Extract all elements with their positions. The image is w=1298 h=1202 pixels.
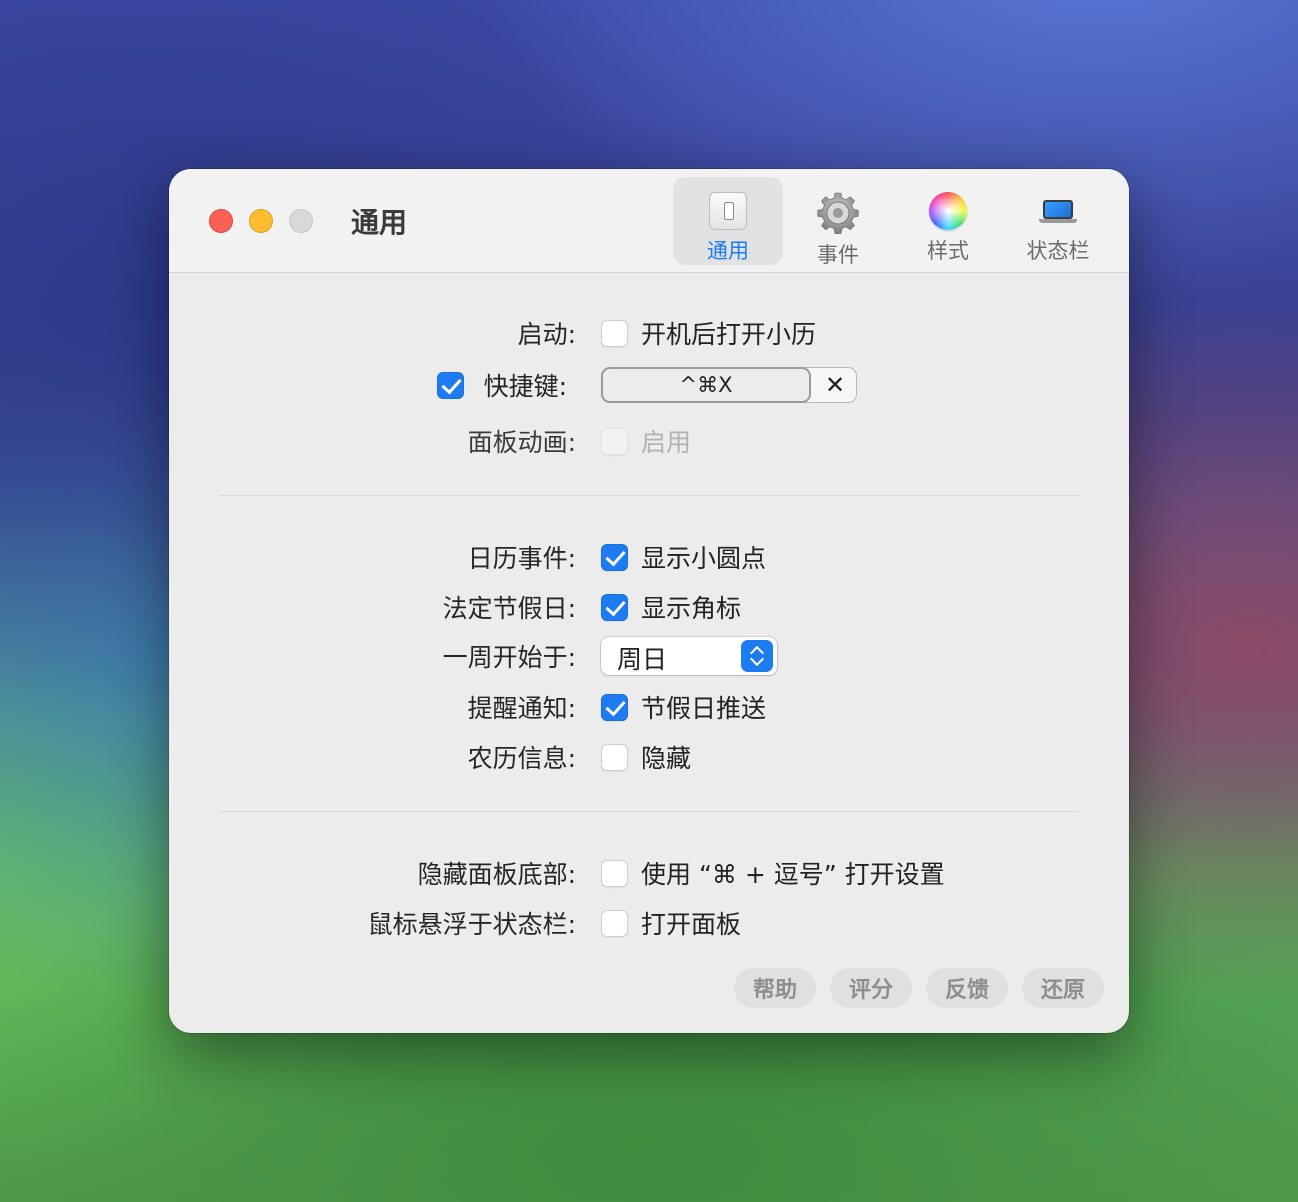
show-dots-checkbox[interactable] xyxy=(601,543,628,571)
holidays-row: 法定节假日: 显示角标 xyxy=(169,587,1129,627)
hide-lunar-checkbox[interactable] xyxy=(601,743,628,771)
launch-row: 启动: 开机后打开小历 xyxy=(169,313,1129,353)
hide-bottom-row: 隐藏面板底部: 使用 “⌘ + 逗号” 打开设置 xyxy=(169,853,1129,893)
lunar-label: 农历信息: xyxy=(467,744,576,773)
hover-open-option[interactable]: 打开面板 xyxy=(641,905,741,941)
week-start-value: 周日 xyxy=(617,645,668,674)
lunar-row: 农历信息: 隐藏 xyxy=(169,737,1129,777)
tab-style[interactable]: 样式 xyxy=(893,177,1003,265)
hide-bottom-option[interactable]: 使用 “⌘ + 逗号” 打开设置 xyxy=(641,855,945,891)
reminders-label: 提醒通知: xyxy=(467,694,576,723)
close-button[interactable] xyxy=(209,209,233,233)
preferences-window: 通用 通用 事件 样式 状态栏 启动: 开机后打开小历 快捷键: ^⌘X ✕ 面… xyxy=(169,169,1129,1033)
week-start-label: 一周开始于: xyxy=(442,643,576,672)
hover-open-checkbox[interactable] xyxy=(601,909,628,937)
launch-at-login-option[interactable]: 开机后打开小历 xyxy=(641,315,816,351)
holidays-label: 法定节假日: xyxy=(442,594,576,623)
reminders-row: 提醒通知: 节假日推送 xyxy=(169,687,1129,727)
hide-lunar-option[interactable]: 隐藏 xyxy=(641,739,691,775)
tab-statusbar[interactable]: 状态栏 xyxy=(1003,177,1113,265)
clear-hotkey-button[interactable]: ✕ xyxy=(820,371,850,399)
show-badge-checkbox[interactable] xyxy=(601,593,628,621)
chevron-updown-icon xyxy=(741,640,773,672)
animation-row: 面板动画: 启用 xyxy=(169,421,1129,461)
hide-bottom-checkbox[interactable] xyxy=(601,859,628,887)
tab-events-label: 事件 xyxy=(817,243,859,267)
launch-at-login-checkbox[interactable] xyxy=(601,319,628,347)
week-start-select[interactable]: 周日 xyxy=(601,637,777,675)
window-title: 通用 xyxy=(351,206,408,239)
titlebar: 通用 通用 事件 样式 状态栏 xyxy=(169,169,1129,273)
laptop-icon xyxy=(1036,191,1080,231)
animation-option: 启用 xyxy=(641,428,692,457)
feedback-button[interactable]: 反馈 xyxy=(926,968,1008,1008)
reset-button[interactable]: 还原 xyxy=(1022,968,1104,1008)
show-dots-option[interactable]: 显示小圆点 xyxy=(641,539,766,575)
holiday-push-checkbox[interactable] xyxy=(601,693,628,721)
preferences-toolbar: 通用 事件 样式 状态栏 xyxy=(673,177,1113,267)
hotkey-enable-checkbox[interactable] xyxy=(437,371,464,399)
hover-row: 鼠标悬浮于状态栏: 打开面板 xyxy=(169,903,1129,943)
minimize-button[interactable] xyxy=(249,209,273,233)
hotkey-field[interactable]: ^⌘X xyxy=(601,367,811,403)
tab-style-label: 样式 xyxy=(927,239,969,263)
hotkey-label: 快捷键: xyxy=(483,372,567,401)
color-wheel-icon xyxy=(926,191,970,231)
events-row: 日历事件: 显示小圆点 xyxy=(169,537,1129,577)
launch-label: 启动: xyxy=(517,320,576,349)
calendar-events-label: 日历事件: xyxy=(467,544,576,573)
hotkey-recorder[interactable]: ^⌘X ✕ xyxy=(601,367,857,403)
animation-label: 面板动画: xyxy=(467,428,576,457)
hover-label: 鼠标悬浮于状态栏: xyxy=(367,910,576,939)
switch-icon xyxy=(706,191,750,231)
show-badge-option[interactable]: 显示角标 xyxy=(641,589,741,625)
gear-icon xyxy=(816,191,860,235)
tab-general[interactable]: 通用 xyxy=(673,177,783,265)
help-button[interactable]: 帮助 xyxy=(734,968,816,1008)
tab-statusbar-label: 状态栏 xyxy=(1026,239,1090,263)
holiday-push-option[interactable]: 节假日推送 xyxy=(641,689,766,725)
animation-checkbox[interactable] xyxy=(601,427,628,455)
hide-bottom-label: 隐藏面板底部: xyxy=(417,860,576,889)
section-divider xyxy=(219,811,1079,812)
tab-events[interactable]: 事件 xyxy=(783,177,893,267)
rate-button[interactable]: 评分 xyxy=(830,968,912,1008)
section-divider xyxy=(219,495,1079,496)
tab-general-label: 通用 xyxy=(707,239,749,263)
zoom-button[interactable] xyxy=(289,209,313,233)
